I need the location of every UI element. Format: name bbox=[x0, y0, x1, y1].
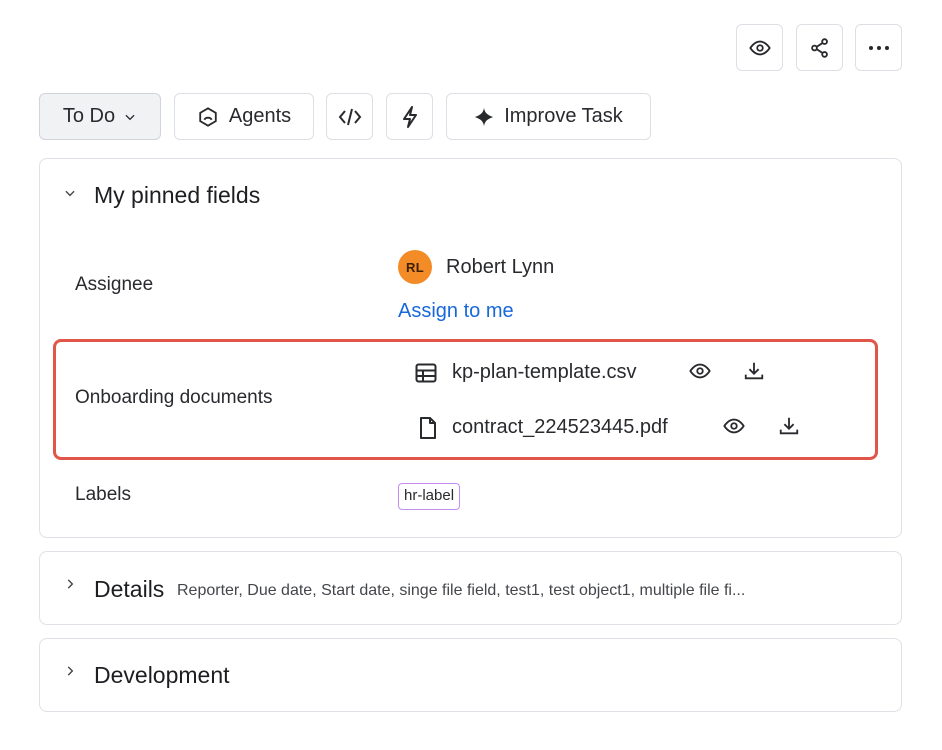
development-toggle[interactable] bbox=[60, 663, 80, 683]
lightning-icon bbox=[400, 105, 420, 129]
automation-button[interactable] bbox=[386, 93, 433, 140]
details-summary: Reporter, Due date, Start date, singe fi… bbox=[177, 582, 746, 599]
details-toggle[interactable] bbox=[60, 576, 80, 596]
preview-file-button[interactable] bbox=[686, 360, 714, 386]
more-horizontal-icon bbox=[867, 44, 891, 52]
pinned-fields-toggle[interactable] bbox=[60, 185, 80, 205]
onboarding-documents-label: Onboarding documents bbox=[75, 387, 273, 408]
download-file-button[interactable] bbox=[775, 414, 803, 442]
file-name[interactable]: kp-plan-template.csv bbox=[452, 361, 637, 384]
download-icon bbox=[743, 360, 765, 387]
table-file-icon bbox=[414, 361, 438, 385]
assignee-label: Assignee bbox=[75, 274, 154, 295]
download-icon bbox=[778, 415, 800, 442]
agents-icon bbox=[197, 106, 219, 128]
labels-label: Labels bbox=[75, 484, 131, 505]
chevron-right-icon bbox=[63, 664, 77, 683]
label-tag[interactable]: hr-label bbox=[398, 483, 461, 510]
status-label: To Do bbox=[62, 105, 116, 127]
sparkle-icon bbox=[474, 107, 494, 127]
share-button[interactable] bbox=[796, 24, 843, 71]
development-title: Development bbox=[94, 662, 230, 688]
improve-task-label: Improve Task bbox=[504, 105, 623, 127]
code-button[interactable] bbox=[326, 93, 373, 140]
details-title: Details bbox=[94, 576, 165, 602]
avatar[interactable]: RL bbox=[398, 250, 432, 284]
pinned-fields-title: My pinned fields bbox=[94, 182, 261, 208]
watch-button[interactable] bbox=[736, 24, 783, 71]
eye-icon bbox=[723, 415, 745, 442]
assignee-name[interactable]: Robert Lynn bbox=[446, 256, 554, 279]
status-dropdown-button[interactable]: To Do bbox=[39, 93, 161, 140]
chevron-right-icon bbox=[63, 577, 77, 596]
code-icon bbox=[338, 107, 362, 127]
improve-task-button[interactable]: Improve Task bbox=[446, 93, 651, 140]
eye-icon bbox=[748, 37, 771, 59]
chevron-down-icon bbox=[123, 110, 137, 124]
download-file-button[interactable] bbox=[740, 359, 768, 387]
eye-icon bbox=[689, 360, 711, 387]
agents-label: Agents bbox=[228, 105, 292, 127]
share-icon bbox=[809, 37, 831, 59]
preview-file-button[interactable] bbox=[720, 415, 748, 441]
chevron-down-icon bbox=[63, 186, 77, 205]
document-file-icon bbox=[416, 415, 440, 441]
file-name[interactable]: contract_224523445.pdf bbox=[452, 416, 668, 439]
assign-to-me-link[interactable]: Assign to me bbox=[398, 300, 514, 323]
agents-button[interactable]: Agents bbox=[174, 93, 314, 140]
more-actions-button[interactable] bbox=[855, 24, 902, 71]
